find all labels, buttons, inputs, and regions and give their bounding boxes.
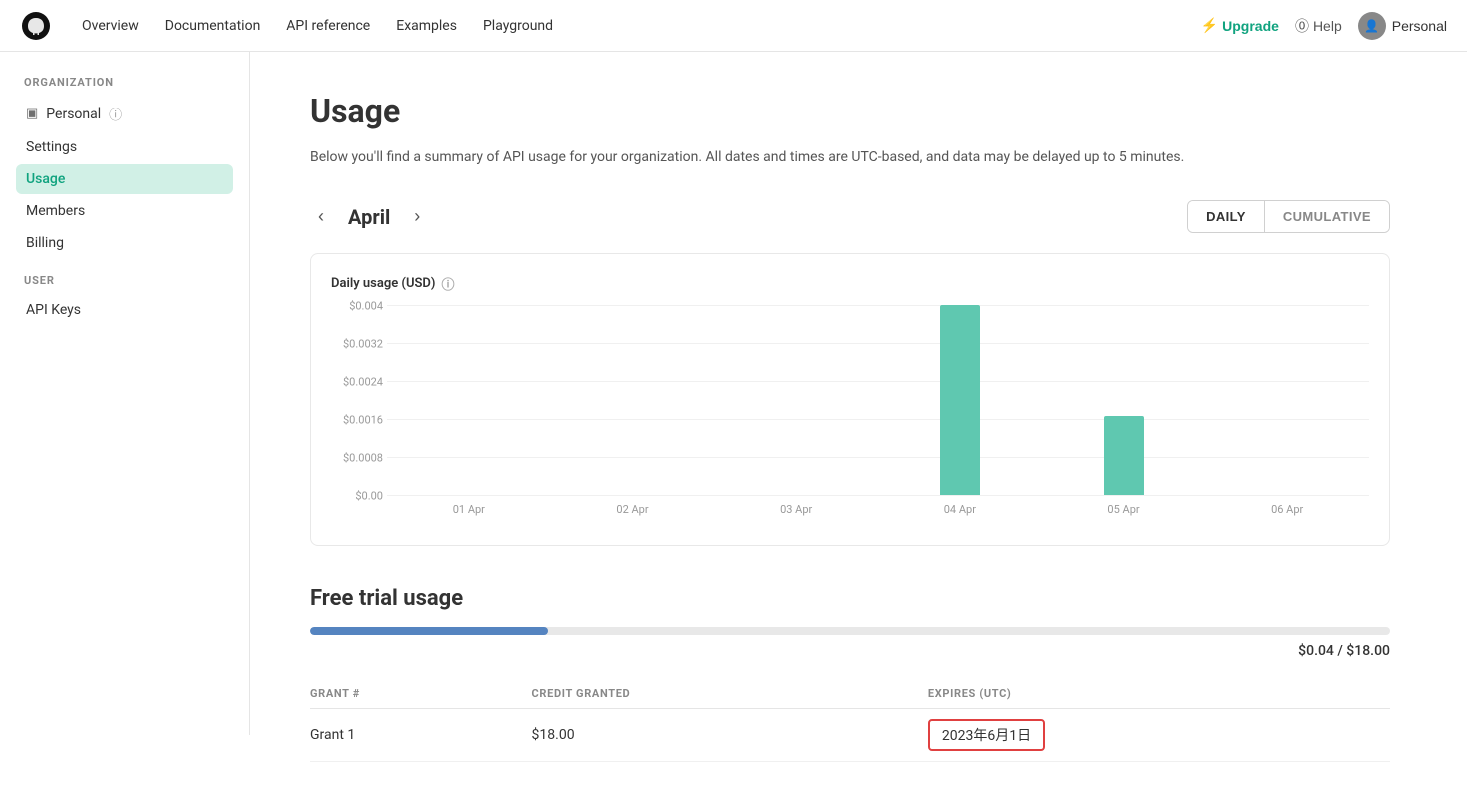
cumulative-view-button[interactable]: CUMULATIVE: [1265, 201, 1389, 232]
top-nav: Overview Documentation API reference Exa…: [0, 0, 1467, 52]
org-section-label: ORGANIZATION: [16, 76, 233, 89]
col-grant: GRANT #: [310, 679, 532, 709]
nav-documentation[interactable]: Documentation: [155, 12, 271, 40]
daily-view-button[interactable]: DAILY: [1188, 201, 1265, 232]
help-button[interactable]: ⓪ Help: [1295, 16, 1342, 36]
chart-y-label: Daily usage (USD) ⓘ: [331, 274, 1369, 293]
col-expires: EXPIRES (UTC): [928, 679, 1390, 709]
month-nav: ‹ April ›: [310, 202, 428, 231]
chart-bar-group: [387, 305, 551, 495]
chart-x-label: 03 Apr: [714, 495, 878, 535]
sidebar-item-settings[interactable]: Settings: [16, 132, 233, 162]
grants-table: GRANT # CREDIT GRANTED EXPIRES (UTC) Gra…: [310, 679, 1390, 762]
nav-links: Overview Documentation API reference Exa…: [72, 12, 1201, 40]
chart-bar-group: [551, 305, 715, 495]
chart-bar[interactable]: [1104, 416, 1144, 496]
next-month-button[interactable]: ›: [406, 202, 428, 231]
personal-icon: ▣: [26, 106, 38, 121]
chart-bar[interactable]: [940, 305, 980, 495]
sidebar-item-api-keys[interactable]: API Keys: [16, 295, 233, 325]
chart-container: $0.004$0.0032$0.0024$0.0016$0.0008$0.000…: [331, 305, 1369, 535]
chart-bar-group: [714, 305, 878, 495]
page-description: Below you'll find a summary of API usage…: [310, 146, 1390, 168]
sidebar-item-billing[interactable]: Billing: [16, 228, 233, 258]
prev-month-button[interactable]: ‹: [310, 202, 332, 231]
chart-x-label: 04 Apr: [878, 495, 1042, 535]
upgrade-button[interactable]: Upgrade: [1201, 17, 1279, 34]
chart-x-label: 05 Apr: [1042, 495, 1206, 535]
chart-header: ‹ April › DAILY CUMULATIVE: [310, 200, 1390, 233]
progress-bar-container: [310, 627, 1390, 635]
nav-api-reference[interactable]: API reference: [276, 12, 380, 40]
credit-granted: $18.00: [532, 709, 928, 762]
info-icon: ⓘ: [109, 104, 122, 123]
avatar: 👤: [1358, 12, 1386, 40]
sidebar-item-usage[interactable]: Usage: [16, 164, 233, 194]
nav-overview[interactable]: Overview: [72, 12, 149, 40]
view-toggle: DAILY CUMULATIVE: [1187, 200, 1390, 233]
chart-bar-group: [1042, 305, 1206, 495]
expiry-badge: 2023年6月1日: [928, 719, 1045, 751]
chart-x-label: 06 Apr: [1205, 495, 1369, 535]
chart-bar-group: [1205, 305, 1369, 495]
top-nav-right: Upgrade ⓪ Help 👤 Personal: [1201, 12, 1447, 40]
page-title: Usage: [310, 92, 1390, 130]
chart-x-label: 02 Apr: [551, 495, 715, 535]
sidebar-item-personal[interactable]: ▣ Personal ⓘ: [16, 97, 233, 130]
user-section-label: USER: [16, 274, 233, 287]
progress-bar-fill: [310, 627, 548, 635]
nav-examples[interactable]: Examples: [386, 12, 467, 40]
nav-playground[interactable]: Playground: [473, 12, 563, 40]
sidebar-item-members[interactable]: Members: [16, 196, 233, 226]
table-row: Grant 1$18.002023年6月1日: [310, 709, 1390, 762]
month-label: April: [348, 205, 390, 229]
sidebar: ORGANIZATION ▣ Personal ⓘ Settings Usage…: [0, 52, 250, 735]
free-trial-title: Free trial usage: [310, 586, 1390, 611]
main-content: Usage Below you'll find a summary of API…: [250, 52, 1450, 802]
col-credit: CREDIT GRANTED: [532, 679, 928, 709]
progress-label: $0.04 / $18.00: [310, 643, 1390, 659]
layout: ORGANIZATION ▣ Personal ⓘ Settings Usage…: [0, 52, 1467, 802]
personal-button[interactable]: 👤 Personal: [1358, 12, 1447, 40]
grant-number: Grant 1: [310, 709, 532, 762]
chart-area: Daily usage (USD) ⓘ $0.004$0.0032$0.0024…: [310, 253, 1390, 546]
help-circle-icon: ⓪: [1295, 16, 1309, 36]
chart-info-icon[interactable]: ⓘ: [441, 274, 454, 293]
chart-x-label: 01 Apr: [387, 495, 551, 535]
logo[interactable]: [20, 10, 52, 42]
chart-bar-group: [878, 305, 1042, 495]
expires-utc: 2023年6月1日: [928, 709, 1390, 762]
